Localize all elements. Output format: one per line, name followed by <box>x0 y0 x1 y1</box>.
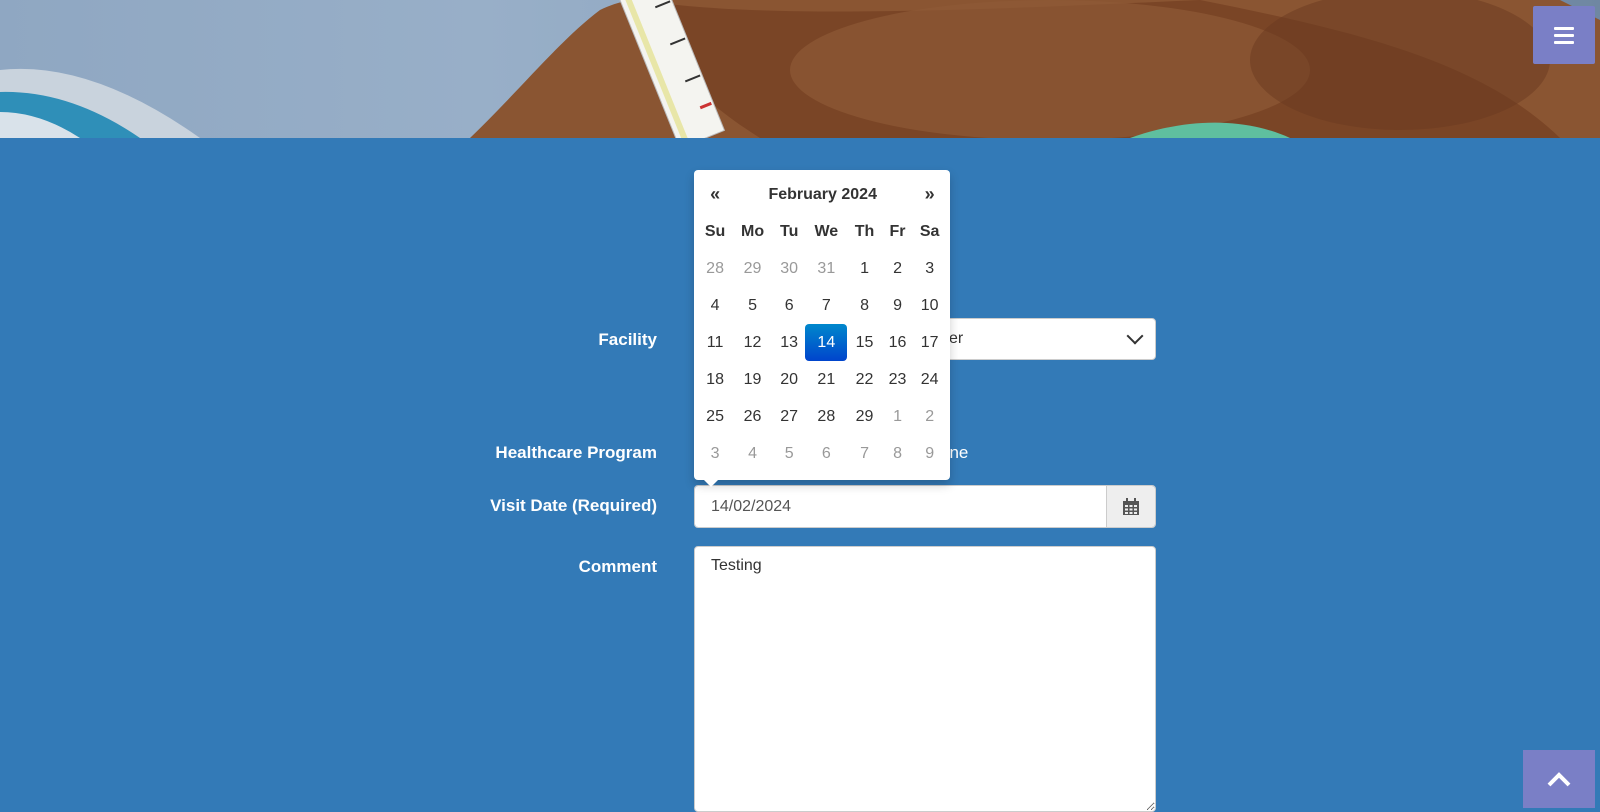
datepicker-day[interactable]: 31 <box>805 250 847 287</box>
datepicker-week-row: 4 5 6 7 8 9 10 <box>698 287 946 324</box>
datepicker-day[interactable]: 28 <box>698 250 732 287</box>
facility-label: Facility <box>598 330 657 349</box>
datepicker-week-row: 28 29 30 31 1 2 3 <box>698 250 946 287</box>
datepicker-day[interactable]: 1 <box>847 250 882 287</box>
datepicker-day[interactable]: 9 <box>913 435 946 472</box>
datepicker-day[interactable]: 5 <box>732 287 773 324</box>
datepicker-day[interactable]: 10 <box>913 287 946 324</box>
datepicker-day[interactable]: 11 <box>698 324 732 361</box>
visit-date-input[interactable] <box>695 486 1106 527</box>
datepicker-day[interactable]: 20 <box>773 361 805 398</box>
datepicker-table: « February 2024 » Su Mo Tu We Th Fr Sa 28 29 30 3… <box>698 176 946 472</box>
datepicker-day[interactable]: 21 <box>805 361 847 398</box>
datepicker-next-button[interactable]: » <box>913 176 946 213</box>
weekday-header: Mo <box>740 222 765 240</box>
visit-date-group <box>694 485 1156 528</box>
datepicker-day[interactable]: 3 <box>698 435 732 472</box>
datepicker-day[interactable]: 5 <box>773 435 805 472</box>
header-banner-photo <box>0 0 1600 138</box>
datepicker-week-row: 25 26 27 28 29 1 2 <box>698 398 946 435</box>
datepicker-month-year[interactable]: February 2024 <box>732 176 913 213</box>
datepicker-day[interactable]: 18 <box>698 361 732 398</box>
hamburger-icon <box>1554 26 1574 44</box>
datepicker-day[interactable]: 16 <box>882 324 913 361</box>
datepicker-day-selected[interactable]: 14 <box>805 324 848 361</box>
datepicker-day[interactable]: 22 <box>847 361 882 398</box>
datepicker-day[interactable]: 17 <box>913 324 946 361</box>
calendar-button[interactable] <box>1106 486 1155 527</box>
banner-illustration <box>0 0 1600 138</box>
datepicker-day[interactable]: 6 <box>773 287 805 324</box>
healthcare-program-label: Healthcare Program <box>495 443 657 462</box>
scroll-to-top-button[interactable] <box>1523 750 1595 808</box>
datepicker-day[interactable]: 2 <box>913 398 946 435</box>
datepicker-day[interactable]: 4 <box>698 287 732 324</box>
comment-label: Comment <box>578 557 657 576</box>
comment-textarea[interactable]: Testing <box>694 546 1156 812</box>
datepicker-day[interactable]: 25 <box>698 398 732 435</box>
datepicker-day[interactable]: 7 <box>847 435 882 472</box>
calendar-icon <box>1123 497 1139 515</box>
chevron-down-icon <box>1126 327 1144 345</box>
datepicker-day[interactable]: 8 <box>882 435 913 472</box>
datepicker-day[interactable]: 1 <box>882 398 913 435</box>
datepicker-day[interactable]: 7 <box>805 287 847 324</box>
visit-date-label: Visit Date (Required) <box>490 496 657 515</box>
datepicker-day[interactable]: 15 <box>847 324 882 361</box>
datepicker-day[interactable]: 9 <box>882 287 913 324</box>
datepicker-day[interactable]: 19 <box>732 361 773 398</box>
datepicker-caret <box>704 480 718 487</box>
datepicker-day[interactable]: 8 <box>847 287 882 324</box>
datepicker-week-row: 18 19 20 21 22 23 24 <box>698 361 946 398</box>
weekday-header: Th <box>854 222 875 240</box>
datepicker-prev-button[interactable]: « <box>698 176 732 213</box>
chevron-up-icon <box>1547 772 1571 787</box>
datepicker-day[interactable]: 30 <box>773 250 805 287</box>
weekday-header: Su <box>704 222 726 240</box>
datepicker-day[interactable]: 24 <box>913 361 946 398</box>
weekday-header: We <box>814 222 839 240</box>
weekday-header: Sa <box>919 222 940 240</box>
weekday-header: Fr <box>889 222 906 240</box>
datepicker-day[interactable]: 26 <box>732 398 773 435</box>
datepicker-week-row: 11 12 13 14 15 16 17 <box>698 324 946 361</box>
datepicker-day[interactable]: 23 <box>882 361 913 398</box>
datepicker-day[interactable]: 2 <box>882 250 913 287</box>
datepicker-day[interactable]: 13 <box>773 324 805 361</box>
datepicker-week-row: 3456789 <box>698 435 946 472</box>
datepicker-day[interactable]: 4 <box>732 435 773 472</box>
weekday-header: Tu <box>779 222 799 240</box>
datepicker-day[interactable]: 28 <box>805 398 847 435</box>
datepicker-day[interactable]: 27 <box>773 398 805 435</box>
menu-toggle-button[interactable] <box>1533 6 1595 64</box>
datepicker-day[interactable]: 6 <box>805 435 847 472</box>
datepicker-day[interactable]: 29 <box>847 398 882 435</box>
datepicker-day[interactable]: 3 <box>913 250 946 287</box>
datepicker-popup: « February 2024 » Su Mo Tu We Th Fr Sa 28 29 30 3… <box>694 170 950 487</box>
datepicker-day[interactable]: 29 <box>732 250 773 287</box>
datepicker-day[interactable]: 12 <box>732 324 773 361</box>
